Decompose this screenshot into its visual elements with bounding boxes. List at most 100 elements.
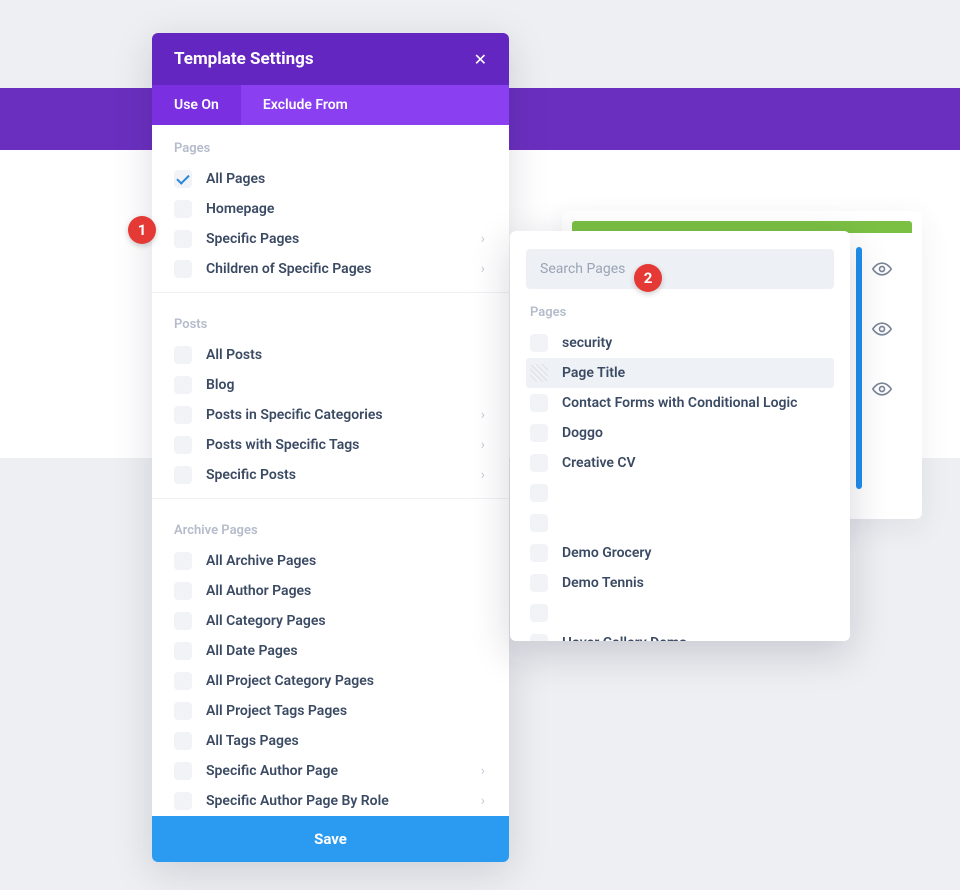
option-row[interactable]: Blog <box>152 370 509 400</box>
checkbox[interactable] <box>174 376 192 394</box>
checkbox[interactable] <box>174 406 192 424</box>
option-label: All Archive Pages <box>206 553 487 569</box>
option-row[interactable]: All Archive Pages <box>152 546 509 576</box>
checkbox[interactable] <box>174 230 192 248</box>
checkbox[interactable] <box>174 642 192 660</box>
flyout-option[interactable]: Creative CV <box>526 448 834 478</box>
tab-use-on[interactable]: Use On <box>152 85 241 125</box>
option-label: All Author Pages <box>206 583 487 599</box>
flyout-option[interactable] <box>526 598 834 628</box>
checkbox[interactable] <box>530 574 548 592</box>
option-row[interactable]: All Author Pages <box>152 576 509 606</box>
chevron-right-icon[interactable]: › <box>481 793 487 809</box>
modal-tabs: Use OnExclude From <box>152 85 509 125</box>
option-label: Posts in Specific Categories <box>206 407 481 423</box>
checkbox[interactable] <box>530 334 548 352</box>
flyout-option[interactable]: Demo Tennis <box>526 568 834 598</box>
flyout-option[interactable]: Doggo <box>526 418 834 448</box>
checkbox[interactable] <box>174 436 192 454</box>
checkbox[interactable] <box>530 544 548 562</box>
flyout-option[interactable]: Hover Gallery Demo <box>526 628 834 641</box>
flyout-option[interactable] <box>526 478 834 508</box>
flyout-option[interactable]: Demo Grocery <box>526 538 834 568</box>
tab-exclude-from[interactable]: Exclude From <box>241 85 370 125</box>
option-row[interactable]: Specific Posts› <box>152 460 509 490</box>
flyout-option-label: Hover Gallery Demo <box>562 635 687 641</box>
option-row[interactable]: Specific Author Page By Role› <box>152 786 509 816</box>
checkbox[interactable] <box>530 514 548 532</box>
option-label: Posts with Specific Tags <box>206 437 481 453</box>
checkbox[interactable] <box>174 552 192 570</box>
checkbox[interactable] <box>174 762 192 780</box>
option-row[interactable]: All Category Pages <box>152 606 509 636</box>
chevron-right-icon[interactable]: › <box>481 261 487 277</box>
eye-icon[interactable] <box>872 259 892 279</box>
flyout-option-label: Demo Grocery <box>562 545 651 561</box>
divider <box>152 292 509 293</box>
checkbox[interactable] <box>530 634 548 641</box>
flyout-option-label: Demo Tennis <box>562 575 644 591</box>
checkbox[interactable] <box>174 792 192 810</box>
option-label: Blog <box>206 377 487 393</box>
flyout-option[interactable]: security <box>526 328 834 358</box>
checkbox[interactable] <box>530 604 548 622</box>
pages-flyout: Search Pages Pages securityPage Title Con… <box>510 231 850 641</box>
chevron-right-icon[interactable]: › <box>481 407 487 423</box>
flyout-option-label: Creative CV <box>562 455 636 471</box>
close-icon[interactable]: ✕ <box>474 50 487 69</box>
option-row[interactable]: All Date Pages <box>152 636 509 666</box>
option-row[interactable]: Children of Specific Pages› <box>152 254 509 284</box>
checkbox[interactable] <box>174 260 192 278</box>
option-label: All Project Tags Pages <box>206 703 487 719</box>
checkbox[interactable] <box>174 702 192 720</box>
option-row[interactable]: Specific Author Page› <box>152 756 509 786</box>
option-label: Specific Pages <box>206 231 481 247</box>
checkbox[interactable] <box>174 612 192 630</box>
checkbox[interactable] <box>174 732 192 750</box>
option-label: Specific Author Page By Role <box>206 793 481 809</box>
option-label: Specific Author Page <box>206 763 481 779</box>
section-title: Pages <box>152 125 509 164</box>
divider <box>152 498 509 499</box>
option-label: All Tags Pages <box>206 733 487 749</box>
option-row[interactable]: Posts in Specific Categories› <box>152 400 509 430</box>
checkbox[interactable] <box>530 364 548 382</box>
checkbox[interactable] <box>174 346 192 364</box>
chevron-right-icon[interactable]: › <box>481 467 487 483</box>
checkbox[interactable] <box>174 200 192 218</box>
flyout-option-label: Doggo <box>562 425 603 441</box>
eye-icon[interactable] <box>872 379 892 399</box>
option-label: All Pages <box>206 171 487 187</box>
checkbox[interactable] <box>174 466 192 484</box>
save-button[interactable]: Save <box>152 816 509 862</box>
search-input[interactable]: Search Pages <box>526 249 834 289</box>
checkbox[interactable] <box>174 170 192 188</box>
checkbox[interactable] <box>530 424 548 442</box>
chevron-right-icon[interactable]: › <box>481 437 487 453</box>
option-row[interactable]: All Project Tags Pages <box>152 696 509 726</box>
chevron-right-icon[interactable]: › <box>481 231 487 247</box>
flyout-section-title: Pages <box>526 305 834 328</box>
option-label: All Category Pages <box>206 613 487 629</box>
flyout-option-label: Contact Forms with Conditional Logic <box>562 395 797 411</box>
option-row[interactable]: Homepage <box>152 194 509 224</box>
option-row[interactable]: All Posts <box>152 340 509 370</box>
checkbox[interactable] <box>530 394 548 412</box>
checkbox[interactable] <box>174 582 192 600</box>
checkbox[interactable] <box>530 454 548 472</box>
section-title: Archive Pages <box>152 507 509 546</box>
card-side-accent <box>856 247 862 489</box>
flyout-option[interactable] <box>526 508 834 538</box>
option-row[interactable]: All Project Category Pages <box>152 666 509 696</box>
option-label: Children of Specific Pages <box>206 261 481 277</box>
flyout-option[interactable]: Page Title <box>526 358 834 388</box>
option-row[interactable]: All Pages <box>152 164 509 194</box>
chevron-right-icon[interactable]: › <box>481 763 487 779</box>
option-row[interactable]: All Tags Pages <box>152 726 509 756</box>
checkbox[interactable] <box>530 484 548 502</box>
eye-icon[interactable] <box>872 319 892 339</box>
checkbox[interactable] <box>174 672 192 690</box>
flyout-option[interactable]: Contact Forms with Conditional Logic <box>526 388 834 418</box>
option-row[interactable]: Posts with Specific Tags› <box>152 430 509 460</box>
option-row[interactable]: Specific Pages› <box>152 224 509 254</box>
